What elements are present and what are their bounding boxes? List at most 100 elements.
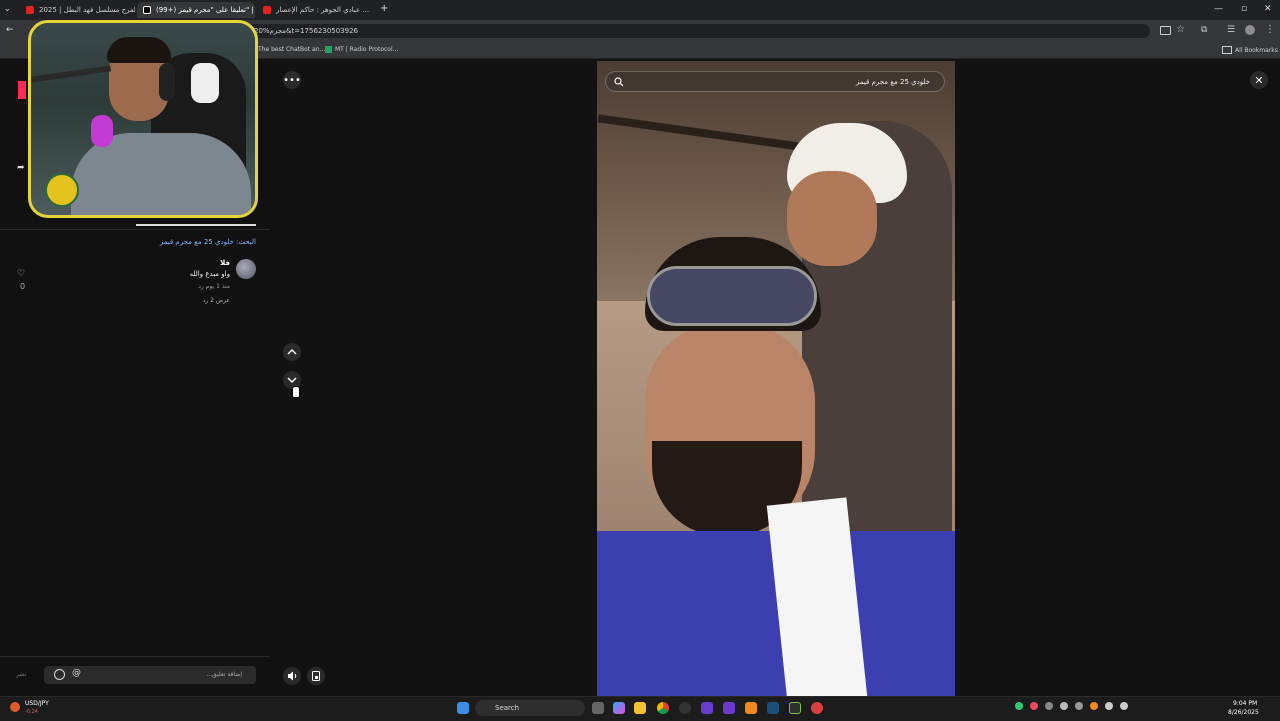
system-tray-icons[interactable] — [1015, 702, 1225, 714]
mouse-cursor-icon — [292, 386, 300, 398]
comment-meta: منذ 1 يوم رد — [198, 283, 230, 290]
search-icon — [614, 77, 624, 87]
close-video-button[interactable]: ✕ — [1250, 71, 1268, 89]
steam-icon[interactable] — [767, 702, 779, 714]
comment-input[interactable]: @ إضافة تعليق... — [44, 666, 256, 684]
spreadsheet-icon — [325, 46, 332, 53]
search-heading[interactable]: البحث: خلودي 25 مع مجرم قيمز — [136, 238, 256, 246]
copilot-icon[interactable] — [613, 702, 625, 714]
tray-icon[interactable] — [1015, 702, 1023, 710]
tab-3[interactable]: عبادي الجوهر : حاكم الإعصار ... ✕ — [257, 2, 373, 18]
comment-placeholder: إضافة تعليق... — [206, 671, 242, 678]
file-explorer-icon[interactable] — [634, 702, 646, 714]
cast-icon[interactable] — [1160, 26, 1171, 35]
bookmark-radio-label: MT | Radio Protocol... — [335, 46, 399, 53]
ticker-icon — [10, 702, 20, 712]
ticker-symbol[interactable]: USD/JPY — [25, 700, 49, 707]
menu-icon[interactable]: ⋮ — [1265, 24, 1275, 35]
vlc-icon[interactable] — [745, 702, 757, 714]
microphone-foam — [91, 115, 113, 147]
back-icon[interactable]: ← — [6, 25, 14, 35]
comment-avatar[interactable] — [236, 259, 256, 279]
bookmark-chatbot-label: The best ChatBot an... — [258, 46, 326, 53]
taskbar-search[interactable]: Search — [475, 700, 585, 716]
volume-icon — [287, 671, 296, 681]
tray-icon[interactable] — [1045, 702, 1053, 710]
share-icon[interactable]: ➦ — [17, 163, 25, 173]
star-icon[interactable]: ☆ — [1176, 24, 1185, 35]
mention-icon[interactable]: @ — [72, 668, 81, 678]
microphone-arm — [31, 65, 112, 83]
tray-icon[interactable] — [1060, 702, 1068, 710]
channel-logo-icon — [45, 173, 79, 207]
wifi-icon[interactable] — [1105, 702, 1113, 710]
chrome-icon[interactable] — [657, 702, 669, 714]
tab-2-label: (99+) تعليقا على "مجرم قيمز" | tiktok — [156, 6, 255, 14]
comment-author[interactable]: فلا — [180, 259, 230, 267]
task-view-icon[interactable] — [592, 702, 604, 714]
video-search-input[interactable]: خلودي 25 مع مجرم قيمز — [605, 71, 945, 92]
browser-tab-bar: ⌄ الفرح مسلسل فهد البطل | 2025 ✕ (99+) ت… — [0, 0, 1280, 20]
tab-search-button[interactable]: ⌄ — [4, 4, 11, 13]
background-man-face — [787, 171, 877, 266]
xbox-icon[interactable] — [789, 702, 801, 714]
all-bookmarks-label: All Bookmarks — [1235, 46, 1278, 54]
comment-text: واو مبدع والله — [189, 270, 230, 278]
sidebar-toggle-icon[interactable]: ☰ — [1227, 25, 1235, 35]
video-frame[interactable] — [597, 61, 955, 696]
app-icon-a[interactable] — [701, 702, 713, 714]
speedtest-icon[interactable] — [679, 702, 691, 714]
volume-button[interactable] — [283, 667, 301, 685]
extensions-icon[interactable]: ⧉ — [1201, 25, 1207, 35]
windows-start-icon[interactable] — [457, 702, 469, 714]
bookmark-chatbot[interactable]: The best ChatBot an... — [258, 46, 325, 53]
tab-close-icon[interactable]: ✕ — [369, 6, 373, 15]
post-comment-button[interactable]: نشر — [16, 671, 26, 678]
tray-icon[interactable] — [1090, 702, 1098, 710]
previous-video-button[interactable] — [283, 343, 301, 361]
volume-tray-icon[interactable] — [1120, 702, 1128, 710]
headphones — [159, 63, 175, 101]
url-input[interactable]: 20%مجرم&t=1756230503926 — [230, 24, 1150, 38]
youtube-icon — [263, 6, 271, 14]
tray-icon[interactable] — [1075, 702, 1083, 710]
folder-icon — [1222, 46, 1232, 54]
new-tab-button[interactable]: + — [380, 3, 388, 14]
chevron-down-icon — [287, 377, 297, 384]
view-replies-link[interactable]: عرض 2 رد — [160, 297, 230, 304]
webcam-overlay — [28, 20, 258, 218]
mini-player-button[interactable] — [307, 667, 325, 685]
tab-2[interactable]: (99+) تعليقا على "مجرم قيمز" | tiktok ✕ — [137, 2, 255, 18]
minimize-icon[interactable]: — — [1214, 4, 1223, 14]
tray-icon[interactable] — [1030, 702, 1038, 710]
mini-player-icon — [312, 671, 320, 681]
panel-bottom-rule — [0, 656, 270, 657]
close-window-icon[interactable]: ✕ — [1264, 4, 1272, 14]
clock-date[interactable]: 8/26/2025 — [1228, 709, 1259, 716]
chevron-up-icon — [287, 348, 297, 355]
all-bookmarks[interactable]: All Bookmarks — [1222, 46, 1278, 54]
profile-icon[interactable] — [1245, 25, 1255, 35]
bookmark-radio-protocol[interactable]: MT | Radio Protocol... — [325, 46, 398, 53]
chair-cushion — [191, 63, 219, 103]
tab-1-label: الفرح مسلسل فهد البطل | 2025 — [39, 6, 135, 14]
app-icon-red[interactable] — [811, 702, 823, 714]
more-options-button[interactable]: ••• — [283, 71, 301, 89]
heart-icon[interactable]: ♡ — [17, 269, 25, 279]
streamer-hair — [107, 37, 171, 63]
panel-left-rule — [0, 229, 270, 230]
tab-3-label: عبادي الجوهر : حاكم الإعصار ... — [276, 6, 370, 14]
youtube-icon — [26, 6, 34, 14]
url-text: 20%مجرم&t=1756230503926 — [254, 27, 358, 35]
pink-accent — [18, 81, 26, 99]
clock-time[interactable]: 9:04 PM — [1233, 700, 1257, 707]
maximize-icon[interactable]: ▫ — [1241, 4, 1247, 14]
app-icon-b[interactable] — [723, 702, 735, 714]
panel-divider — [136, 224, 256, 226]
tab-1[interactable]: الفرح مسلسل فهد البطل | 2025 ✕ — [20, 2, 135, 18]
like-count: 0 — [20, 282, 26, 291]
ticker-change: -0.24 — [25, 709, 38, 715]
tiktok-icon — [143, 6, 151, 14]
video-search-value: خلودي 25 مع مجرم قيمز — [856, 78, 930, 86]
emoji-icon[interactable] — [54, 669, 65, 680]
